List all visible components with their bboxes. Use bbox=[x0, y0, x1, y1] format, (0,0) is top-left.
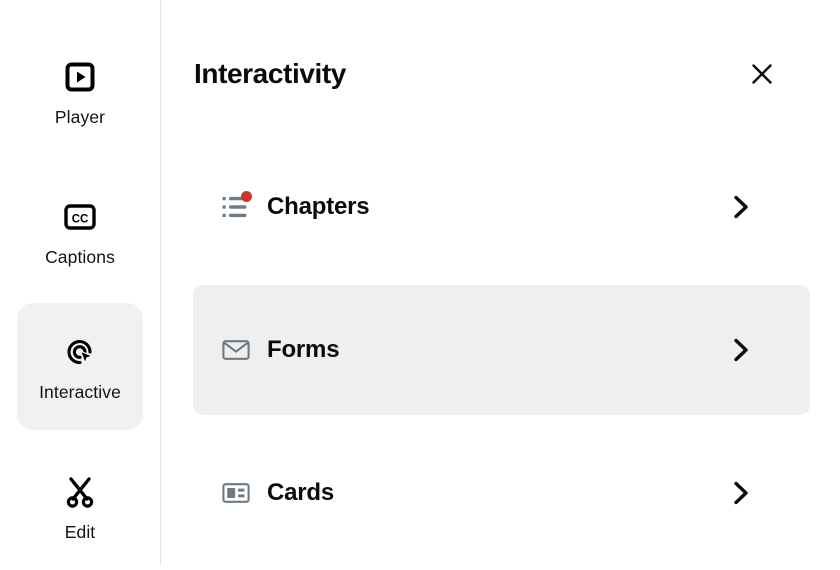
sidebar-item-interactive[interactable]: Interactive bbox=[17, 303, 143, 430]
close-button[interactable] bbox=[744, 57, 780, 93]
page-title: Interactivity bbox=[194, 58, 346, 89]
list-item[interactable]: Forms bbox=[193, 285, 810, 415]
list-item-label: Chapters bbox=[267, 193, 370, 220]
sidebar-item-edit[interactable]: Edit bbox=[17, 443, 143, 570]
panel-header: Interactivity bbox=[161, 0, 840, 130]
interactivity-editor: Player CC Captions Interactive Edit Inte… bbox=[0, 0, 840, 564]
list-item[interactable]: Cards bbox=[193, 428, 810, 558]
scissors-icon bbox=[63, 472, 97, 512]
sidebar-item-label: Interactive bbox=[39, 381, 121, 402]
list-icon bbox=[219, 190, 253, 224]
sidebar-item-captions[interactable]: CC Captions bbox=[17, 168, 143, 295]
mail-icon bbox=[219, 333, 253, 367]
chevron-right-icon[interactable] bbox=[728, 480, 754, 506]
ads-click-icon bbox=[63, 332, 97, 372]
list-item-label: Forms bbox=[267, 336, 340, 363]
play-square-icon bbox=[64, 57, 96, 97]
sidebar-item-player[interactable]: Player bbox=[17, 28, 143, 155]
sidebar-item-label: Captions bbox=[45, 246, 115, 267]
sidebar-item-label: Player bbox=[54, 106, 106, 127]
status-badge bbox=[241, 191, 252, 202]
contact-card-icon bbox=[219, 476, 253, 510]
svg-text:CC: CC bbox=[72, 213, 89, 225]
list-item[interactable]: Chapters bbox=[193, 142, 810, 272]
chevron-right-icon[interactable] bbox=[728, 337, 754, 363]
sidebar-item-label: Edit bbox=[64, 521, 96, 542]
closed-caption-icon: CC bbox=[63, 197, 97, 237]
close-icon bbox=[749, 61, 775, 90]
interactivity-panel: Interactivity Chapters Forms Cards bbox=[161, 0, 840, 564]
sidebar: Player CC Captions Interactive Edit bbox=[0, 0, 161, 564]
list-item-label: Cards bbox=[267, 479, 335, 506]
chevron-right-icon[interactable] bbox=[728, 194, 754, 220]
